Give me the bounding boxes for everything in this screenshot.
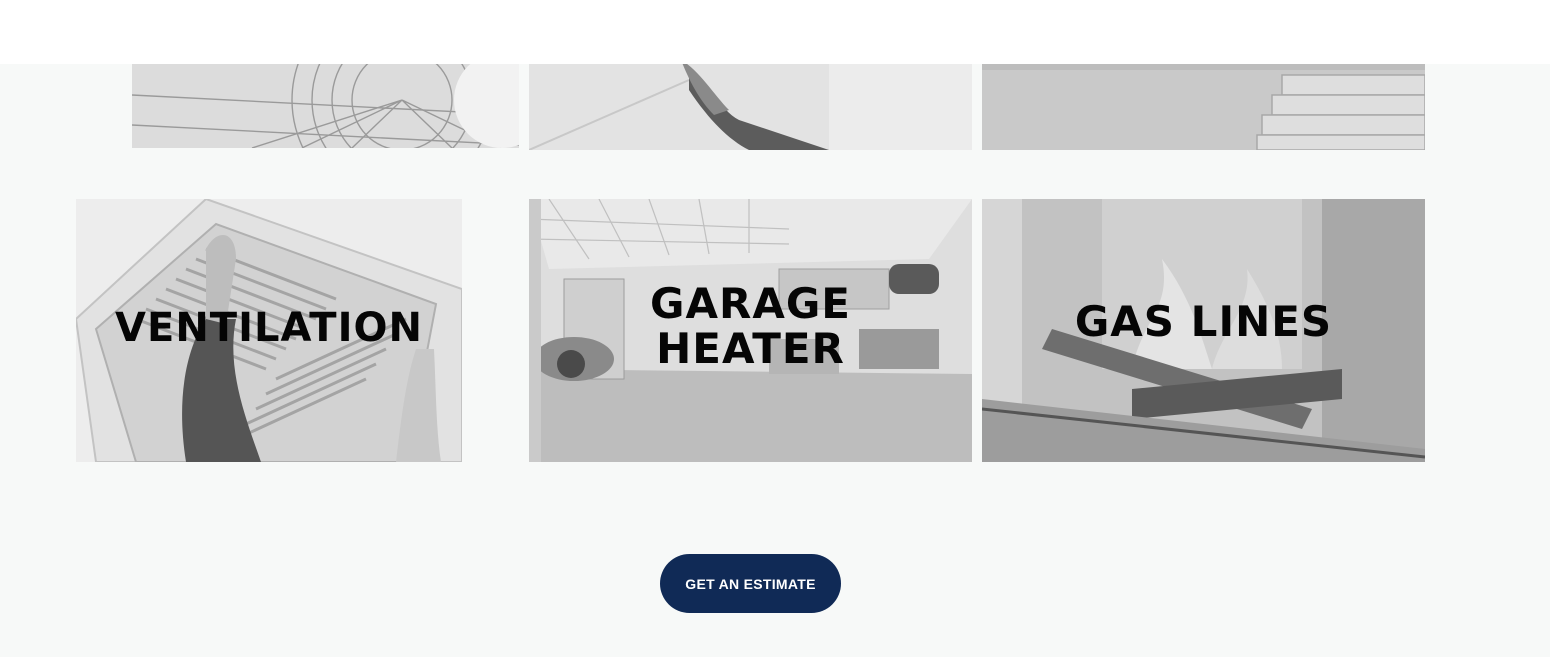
gas-lines-label: GAS LINES — [1074, 297, 1333, 346]
get-estimate-button[interactable]: GET AN ESTIMATE — [660, 554, 841, 613]
header-bar — [0, 0, 1550, 64]
garage-heater-label-line2: HEATER — [656, 324, 845, 374]
garage-heater-label-line1: GARAGE — [650, 279, 851, 328]
service-tile-gas-lines[interactable]: GAS LINES — [982, 199, 1425, 462]
service-tile-garage-heater[interactable]: GARAGE HEATER — [529, 199, 972, 462]
garage-heater-label: GARAGE HEATER — [529, 281, 972, 372]
service-tile-ventilation[interactable]: VENTILATION — [76, 199, 462, 462]
ventilation-label: VENTILATION — [115, 305, 423, 351]
